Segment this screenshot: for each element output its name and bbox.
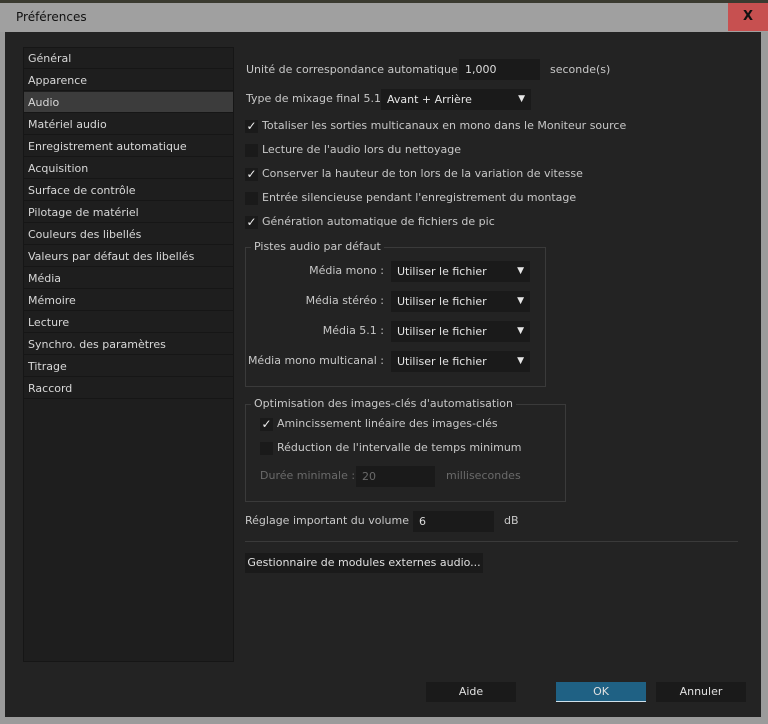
sidebar-item[interactable]: Matériel audio <box>24 114 233 135</box>
ok-button[interactable]: OK <box>556 682 646 702</box>
option-label: Conserver la hauteur de ton lors de la v… <box>262 167 583 180</box>
chevron-down-icon: ▼ <box>517 356 524 366</box>
audio-plugin-manager-button[interactable]: Gestionnaire de modules externes audio..… <box>245 553 483 573</box>
sidebar-item[interactable]: Raccord <box>24 378 233 399</box>
auto-match-input[interactable]: 1,000 <box>459 59 540 80</box>
option-checkbox[interactable] <box>245 192 258 205</box>
option-label: Lecture de l'audio lors du nettoyage <box>262 143 461 156</box>
keyframes-title: Optimisation des images-clés d'automatis… <box>251 397 516 411</box>
sidebar-item[interactable]: Synchro. des paramètres <box>24 334 233 355</box>
track-type-dropdown[interactable]: Utiliser le fichier ▼ <box>391 351 530 372</box>
chevron-down-icon: ▼ <box>517 266 524 276</box>
option-checkbox[interactable]: ✓ <box>245 120 258 133</box>
track-type-dropdown[interactable]: Utiliser le fichier ▼ <box>391 261 530 282</box>
separator <box>245 541 738 542</box>
chevron-down-icon: ▼ <box>517 296 524 306</box>
track-type-dropdown[interactable]: Utiliser le fichier ▼ <box>391 291 530 312</box>
auto-match-unit: seconde(s) <box>550 63 611 76</box>
min-interval-checkbox[interactable] <box>260 442 273 455</box>
sidebar-item[interactable]: Lecture <box>24 312 233 333</box>
sidebar-item[interactable]: Acquisition <box>24 158 233 179</box>
track-type-label: Média stéréo : <box>305 294 384 307</box>
track-type-label: Média mono multicanal : <box>247 354 384 367</box>
track-type-value: Utiliser le fichier <box>397 295 487 308</box>
sidebar-item[interactable]: Pilotage de matériel <box>24 202 233 223</box>
sidebar-item[interactable]: Titrage <box>24 356 233 377</box>
option-checkbox[interactable] <box>245 144 258 157</box>
cancel-button[interactable]: Annuler <box>656 682 746 702</box>
track-type-value: Utiliser le fichier <box>397 325 487 338</box>
chevron-down-icon: ▼ <box>517 326 524 336</box>
mix-type-label: Type de mixage final 5.1 : <box>246 92 389 105</box>
min-interval-label: Réduction de l'intervalle de temps minim… <box>277 441 522 454</box>
volume-input[interactable]: 6 <box>413 511 494 532</box>
close-button[interactable]: X <box>728 3 768 31</box>
mix-type-value: Avant + Arrière <box>387 93 472 106</box>
thinning-checkbox[interactable]: ✓ <box>260 418 273 431</box>
track-type-dropdown[interactable]: Utiliser le fichier ▼ <box>391 321 530 342</box>
sidebar-item[interactable]: Surface de contrôle <box>24 180 233 201</box>
track-type-label: Média mono : <box>309 264 384 277</box>
min-duration-unit: millisecondes <box>446 469 521 482</box>
sidebar-item[interactable]: Général <box>24 48 233 69</box>
auto-match-label: Unité de correspondance automatique : <box>246 63 465 76</box>
help-button[interactable]: Aide <box>426 682 516 702</box>
track-type-value: Utiliser le fichier <box>397 265 487 278</box>
min-duration-input[interactable]: 20 <box>356 466 435 487</box>
track-type-label: Média 5.1 : <box>322 324 384 337</box>
option-checkbox[interactable]: ✓ <box>245 168 258 181</box>
option-checkbox[interactable]: ✓ <box>245 216 258 229</box>
min-duration-label: Durée minimale : <box>260 469 356 482</box>
sidebar-item[interactable]: Couleurs des libellés <box>24 224 233 245</box>
option-label: Totaliser les sorties multicanaux en mon… <box>262 119 627 132</box>
chevron-down-icon: ▼ <box>518 94 525 104</box>
sidebar-item[interactable]: Enregistrement automatique <box>24 136 233 157</box>
volume-unit: dB <box>504 514 519 527</box>
volume-label: Réglage important du volume : <box>245 514 417 527</box>
mix-type-dropdown[interactable]: Avant + Arrière ▼ <box>381 89 531 110</box>
title-bar: Préférences <box>0 3 768 32</box>
window-title: Préférences <box>16 10 87 24</box>
option-label: Génération automatique de fichiers de pi… <box>262 215 495 228</box>
track-type-value: Utiliser le fichier <box>397 355 487 368</box>
sidebar-item[interactable]: Valeurs par défaut des libellés <box>24 246 233 267</box>
category-list: Général Apparence Audio Matériel audio Enreg… <box>23 47 234 662</box>
default-tracks-title: Pistes audio par défaut <box>251 240 384 254</box>
sidebar-item[interactable]: Audio <box>24 92 233 113</box>
sidebar-item[interactable]: Mémoire <box>24 290 233 311</box>
sidebar-item[interactable]: Média <box>24 268 233 289</box>
thinning-label: Amincissement linéaire des images-clés <box>277 417 498 430</box>
option-label: Entrée silencieuse pendant l'enregistrem… <box>262 191 577 204</box>
sidebar-item[interactable]: Apparence <box>24 70 233 91</box>
